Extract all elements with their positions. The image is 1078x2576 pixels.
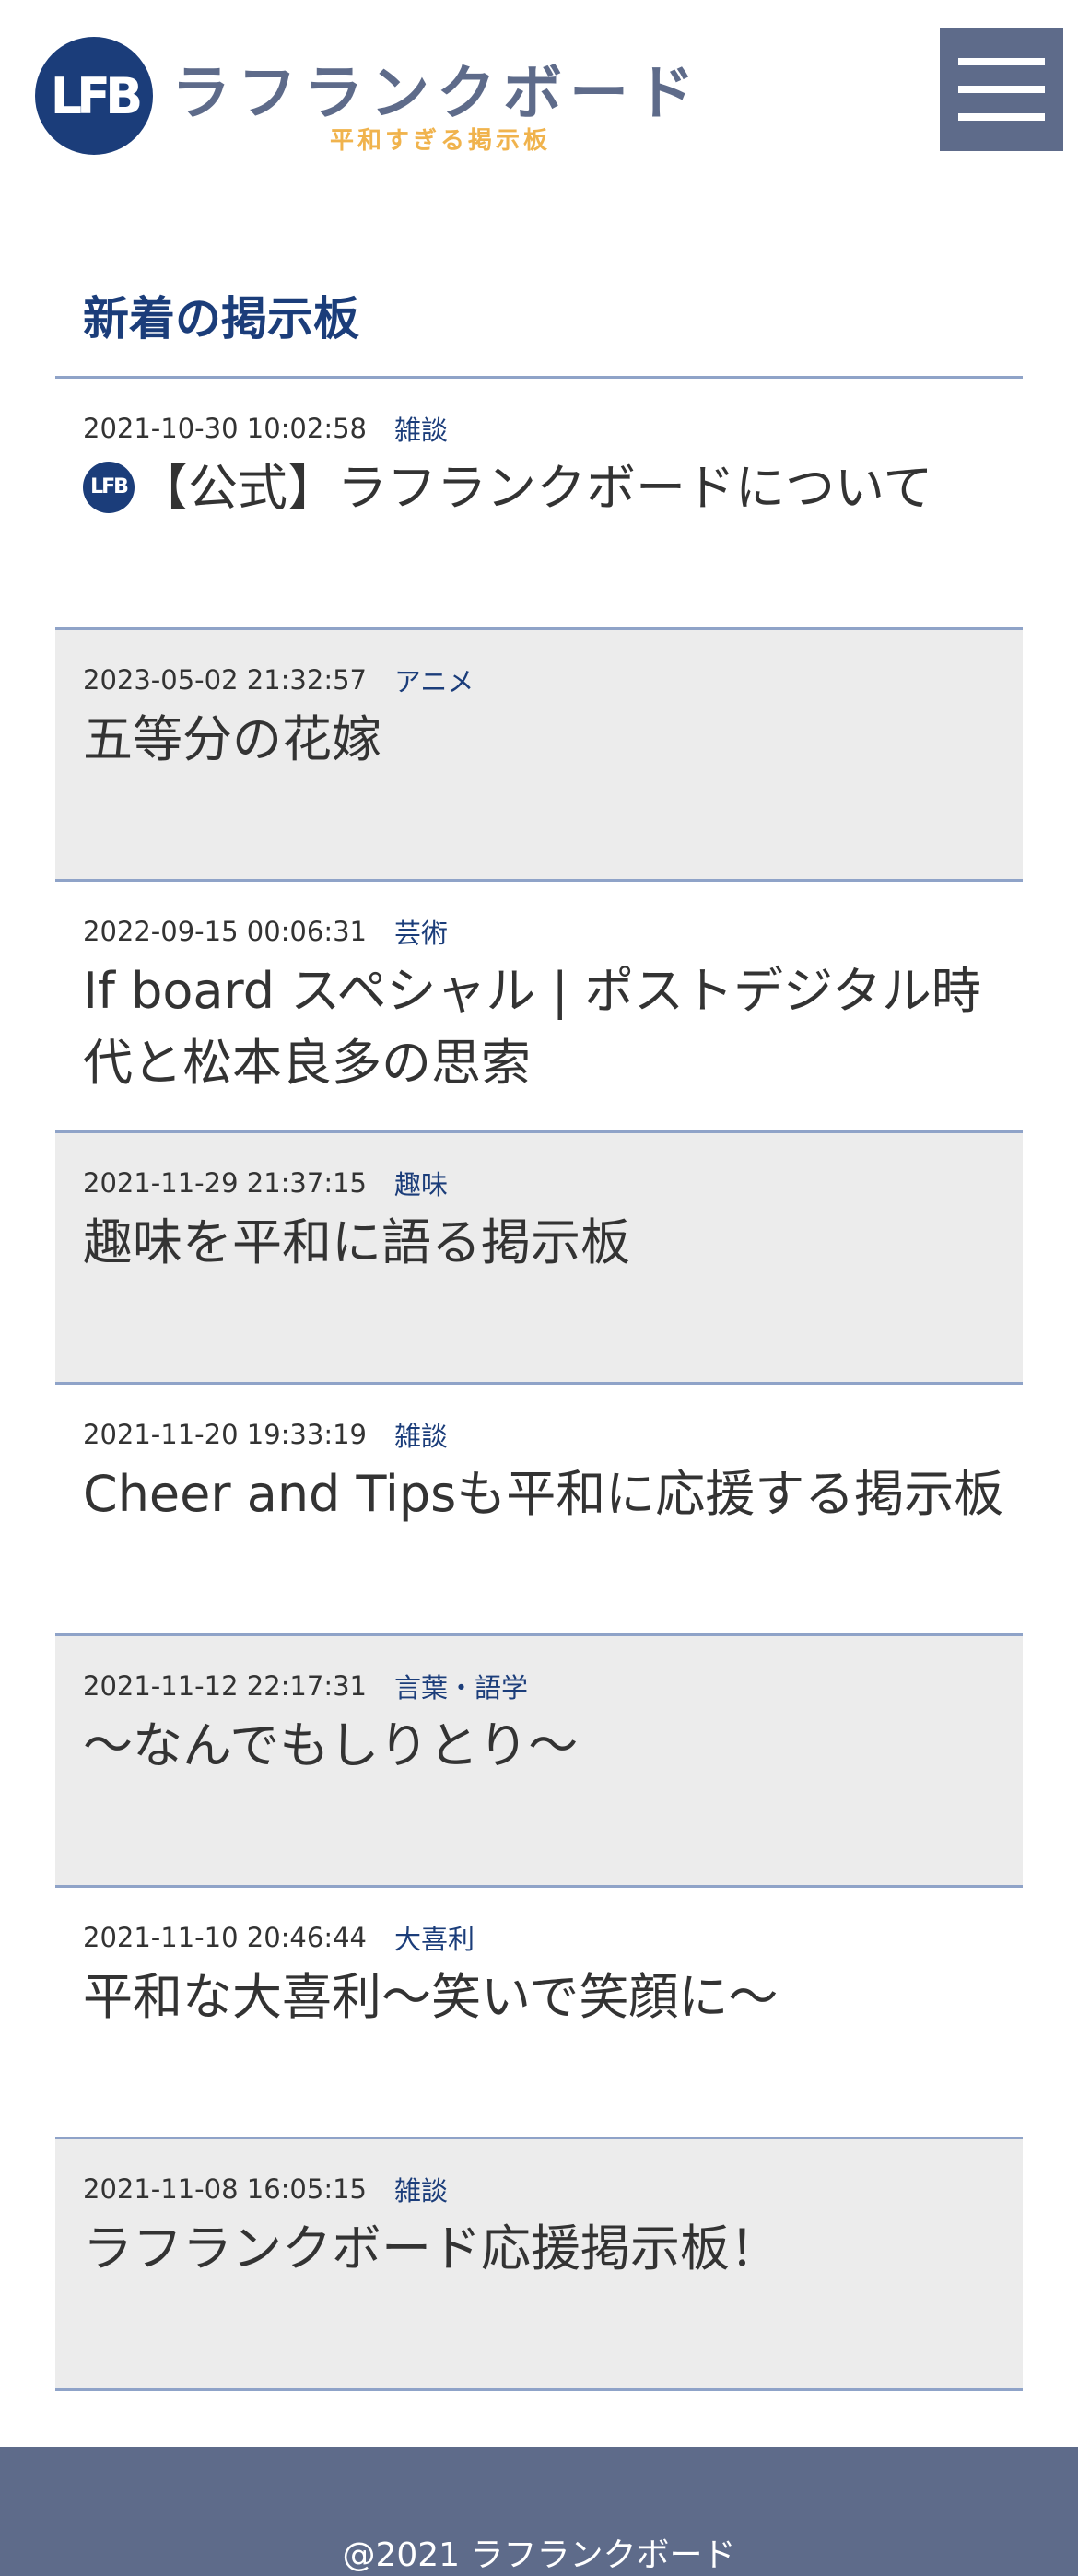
hamburger-menu-icon — [958, 58, 1045, 65]
board-category[interactable]: 雑談 — [394, 2170, 448, 2208]
board-category[interactable]: 雑談 — [394, 1415, 448, 1454]
logo-subtitle: 平和すぎる掲示板 — [330, 127, 552, 155]
hamburger-menu-icon-bar — [958, 86, 1045, 93]
board-category[interactable]: 趣味 — [394, 1164, 448, 1202]
board-date: 2021-11-29 21:37:15 — [83, 1167, 367, 1199]
board-meta: 2021-11-12 22:17:31 言葉・語学 — [83, 1667, 528, 1705]
board-category[interactable]: 大喜利 — [394, 1918, 475, 1957]
board-meta: 2023-05-02 21:32:57 アニメ — [83, 663, 474, 697]
board-date: 2021-10-30 10:02:58 — [83, 413, 367, 444]
site-footer: @2021 ラフランクボード — [0, 2447, 1078, 2576]
board-meta: 2022-09-15 00:06:31 芸術 — [83, 912, 448, 951]
board-item[interactable]: 2021-11-10 20:46:44 大喜利 平和な大喜利〜笑いで笑顔に〜 — [55, 1888, 1023, 2139]
board-title[interactable]: ラフランクボード応援掲示板！ — [83, 2213, 1004, 2285]
board-date: 2021-11-10 20:46:44 — [83, 1922, 367, 1953]
board-date: 2021-11-20 19:33:19 — [83, 1419, 367, 1450]
board-category[interactable]: アニメ — [394, 661, 474, 699]
board-item[interactable]: 2021-11-08 16:05:15 雑談 ラフランクボード応援掲示板！ — [55, 2139, 1023, 2391]
board-meta: 2021-11-10 20:46:44 大喜利 — [83, 1918, 475, 1957]
board-date: 2021-11-08 16:05:15 — [83, 2173, 367, 2205]
board-title[interactable]: 〜なんでもしりとり〜 — [83, 1710, 1004, 1782]
board-item[interactable]: 2021-11-12 22:17:31 言葉・語学 〜なんでもしりとり〜 — [55, 1636, 1023, 1888]
board-title[interactable]: Cheer and Tipsも平和に応援する掲示板 — [83, 1458, 1004, 1530]
section-title: 新着の掲示板 — [83, 292, 359, 345]
board-date: 2021-11-12 22:17:31 — [83, 1670, 367, 1702]
board-item[interactable]: 2021-11-29 21:37:15 趣味 趣味を平和に語る掲示板 — [55, 1133, 1023, 1385]
logo-title: ラフランクボード — [171, 60, 702, 128]
board-title-text: 【公式】ラフランクボードについて — [138, 459, 933, 517]
board-meta: 2021-10-30 10:02:58 雑談 — [83, 409, 448, 448]
board-date: 2023-05-02 21:32:57 — [83, 664, 367, 696]
board-title[interactable]: LFB 【公式】ラフランクボードについて — [83, 452, 1004, 524]
site-logo[interactable]: LFB ラフランクボード 平和すぎる掲示板 — [35, 33, 735, 157]
logo-mark-icon: LFB — [35, 37, 153, 155]
page: LFB ラフランクボード 平和すぎる掲示板 新着の掲示板 2021-10-30 … — [0, 0, 1078, 2576]
board-meta: 2021-11-20 19:33:19 雑談 — [83, 1415, 448, 1454]
board-item[interactable]: 2023-05-02 21:32:57 アニメ 五等分の花嫁 — [55, 630, 1023, 882]
board-category[interactable]: 芸術 — [394, 912, 448, 951]
board-category[interactable]: 言葉・語学 — [394, 1667, 528, 1705]
site-header: LFB ラフランクボード 平和すぎる掲示板 — [0, 0, 1078, 184]
board-item[interactable]: 2021-10-30 10:02:58 雑談 LFB 【公式】ラフランクボードにつ… — [55, 379, 1023, 630]
board-list: 2021-10-30 10:02:58 雑談 LFB 【公式】ラフランクボードにつ… — [55, 379, 1023, 2391]
board-title[interactable]: 平和な大喜利〜笑いで笑顔に〜 — [83, 1961, 1004, 2033]
footer-copyright: @2021 ラフランクボード — [342, 2536, 736, 2574]
hamburger-menu-icon-bar — [958, 113, 1045, 121]
official-logo-icon: LFB — [83, 462, 135, 514]
board-item[interactable]: 2022-09-15 00:06:31 芸術 If board スペシャル | … — [55, 882, 1023, 1133]
board-date: 2022-09-15 00:06:31 — [83, 916, 367, 947]
board-meta: 2021-11-29 21:37:15 趣味 — [83, 1166, 448, 1200]
board-title[interactable]: 五等分の花嫁 — [83, 704, 1004, 776]
board-category[interactable]: 雑談 — [394, 409, 448, 448]
board-meta: 2021-11-08 16:05:15 雑談 — [83, 2170, 448, 2208]
board-title[interactable]: If board スペシャル | ポストデジタル時代と松本良多の思索 — [83, 955, 1004, 1099]
board-title[interactable]: 趣味を平和に語る掲示板 — [83, 1207, 1004, 1279]
board-item[interactable]: 2021-11-20 19:33:19 雑談 Cheer and Tipsも平和… — [55, 1385, 1023, 1636]
hamburger-menu-button[interactable] — [940, 28, 1063, 151]
